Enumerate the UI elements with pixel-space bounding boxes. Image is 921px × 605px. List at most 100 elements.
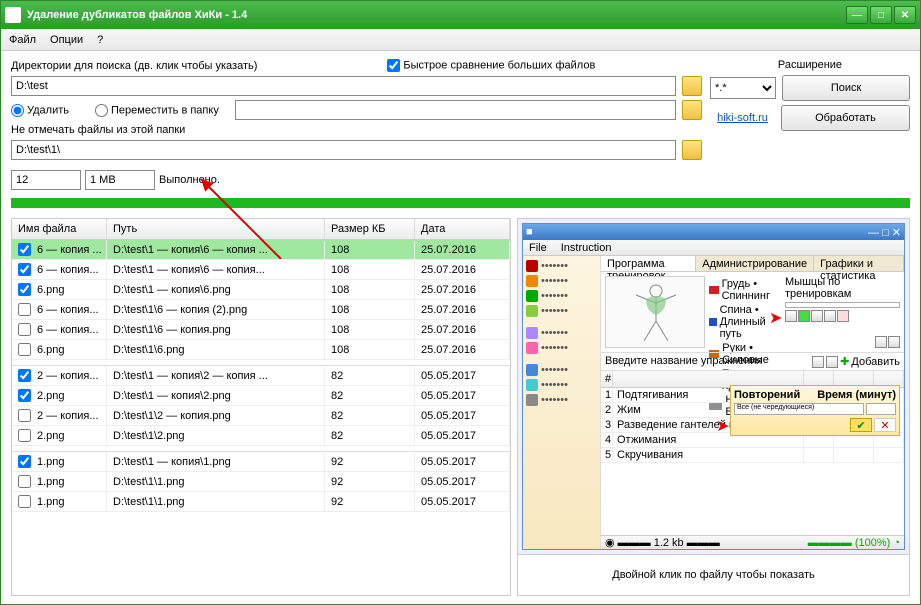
count-input[interactable] xyxy=(11,170,81,190)
browse-exclude-dir-icon[interactable] xyxy=(682,140,702,160)
table-row[interactable]: 2.pngD:\test\1\2.png8205.05.2017 xyxy=(12,426,510,446)
cell-name: 6 — копия... xyxy=(37,324,99,336)
cell-name: 6.png xyxy=(37,344,65,356)
col-date[interactable]: Дата xyxy=(415,219,510,239)
status-done: Выполнено. xyxy=(159,174,220,186)
col-size[interactable]: Размер КБ xyxy=(325,219,415,239)
title-bar[interactable]: Удаление дубликатов файлов ХиКи - 1.4 — … xyxy=(1,1,920,29)
size-input[interactable] xyxy=(85,170,155,190)
table-row[interactable]: 6.pngD:\test\1\6.png10825.07.2016 xyxy=(12,340,510,360)
cell-size: 82 xyxy=(325,387,415,405)
row-checkbox[interactable] xyxy=(18,429,31,442)
menu-bar: Файл Опции ? xyxy=(1,29,920,51)
search-dir-input[interactable] xyxy=(11,76,676,96)
table-row[interactable]: 1.pngD:\test\1\1.png9205.05.2017 xyxy=(12,472,510,492)
search-button[interactable]: Поиск xyxy=(782,75,910,101)
fast-compare-check[interactable]: Быстрое сравнение больших файлов xyxy=(387,59,595,72)
table-body[interactable]: 6 — копия ... D:\test\1 — копия\6 — копия… xyxy=(12,240,510,595)
row-checkbox[interactable] xyxy=(18,409,31,422)
minimize-button[interactable]: — xyxy=(846,6,868,24)
menu-file[interactable]: Файл xyxy=(9,34,36,46)
cell-date: 05.05.2017 xyxy=(415,367,510,385)
table-row[interactable]: 6 — копия...D:\test\1\6 — копия (2).png1… xyxy=(12,300,510,320)
cell-path: D:\test\1\6.png xyxy=(107,341,325,359)
row-checkbox[interactable] xyxy=(18,455,31,468)
app-icon xyxy=(5,7,21,23)
table-header: Имя файла Путь Размер КБ Дата xyxy=(12,219,510,240)
cell-path: D:\test\1\2.png xyxy=(107,427,325,445)
table-row[interactable]: 6 — копия...D:\test\1\6 — копия.png10825… xyxy=(12,320,510,340)
menu-options[interactable]: Опции xyxy=(50,34,83,46)
delete-radio[interactable]: Удалить xyxy=(11,104,69,117)
browse-move-dir-icon[interactable] xyxy=(682,100,702,120)
cell-date: 05.05.2017 xyxy=(415,427,510,445)
cell-name: 6 — копия ... xyxy=(37,244,102,256)
row-checkbox[interactable] xyxy=(18,283,31,296)
row-checkbox[interactable] xyxy=(18,475,31,488)
table-row[interactable]: 1.png D:\test\1 — копия\1.png9205.05.2017 xyxy=(12,452,510,472)
preview-image[interactable]: ■— □ ✕ FileInstruction ••••••• ••••••• •… xyxy=(518,219,909,555)
table-row[interactable]: 2.pngD:\test\1 — копия\2.png8205.05.2017 xyxy=(12,386,510,406)
preview-panel: ■— □ ✕ FileInstruction ••••••• ••••••• •… xyxy=(517,218,910,596)
menu-help[interactable]: ? xyxy=(97,34,103,46)
move-radio[interactable]: Переместить в папку xyxy=(95,104,219,117)
cell-name: 2.png xyxy=(37,390,65,402)
row-checkbox[interactable] xyxy=(18,303,31,316)
results-table: Имя файла Путь Размер КБ Дата 6 — копия … xyxy=(11,218,511,596)
cell-date: 25.07.2016 xyxy=(415,281,510,299)
cell-path: D:\test\1 — копия\1.png xyxy=(107,453,325,471)
app-window: Удаление дубликатов файлов ХиКи - 1.4 — … xyxy=(0,0,921,605)
cell-path: D:\test\1\6 — копия (2).png xyxy=(107,301,325,319)
move-dir-input[interactable] xyxy=(235,100,676,120)
table-row[interactable]: 6.pngD:\test\1 — копия\6.png10825.07.201… xyxy=(12,280,510,300)
row-checkbox[interactable] xyxy=(18,243,31,256)
cell-date: 05.05.2017 xyxy=(415,453,510,471)
cell-size: 108 xyxy=(325,261,415,279)
row-checkbox[interactable] xyxy=(18,389,31,402)
cell-date: 25.07.2016 xyxy=(415,321,510,339)
browse-search-dir-icon[interactable] xyxy=(682,76,702,96)
cell-date: 25.07.2016 xyxy=(415,261,510,279)
table-row[interactable]: 6 — копия... D:\test\1 — копия\6 — копия.… xyxy=(12,260,510,280)
cell-size: 82 xyxy=(325,407,415,425)
table-row[interactable]: 2 — копия...D:\test\1\2 — копия.png8205.… xyxy=(12,406,510,426)
row-checkbox[interactable] xyxy=(18,369,31,382)
row-checkbox[interactable] xyxy=(18,263,31,276)
col-name[interactable]: Имя файла xyxy=(12,219,107,239)
cell-name: 1.png xyxy=(37,456,65,468)
cell-path: D:\test\1 — копия\6 — копия ... xyxy=(107,241,325,259)
col-path[interactable]: Путь xyxy=(107,219,325,239)
table-row[interactable]: 6 — копия ... D:\test\1 — копия\6 — копия… xyxy=(12,240,510,260)
process-button[interactable]: Обработать xyxy=(781,105,910,131)
cell-name: 1.png xyxy=(37,496,65,508)
window-title: Удаление дубликатов файлов ХиКи - 1.4 xyxy=(27,9,846,21)
row-checkbox[interactable] xyxy=(18,495,31,508)
maximize-button[interactable]: □ xyxy=(870,6,892,24)
cell-path: D:\test\1 — копия\2 — копия ... xyxy=(107,367,325,385)
close-button[interactable]: ✕ xyxy=(894,6,916,24)
row-checkbox[interactable] xyxy=(18,343,31,356)
search-dirs-label: Директории для поиска (дв. клик чтобы ук… xyxy=(11,60,257,72)
cell-path: D:\test\1\2 — копия.png xyxy=(107,407,325,425)
cell-name: 2 — копия... xyxy=(37,370,99,382)
extension-select[interactable]: *.* xyxy=(710,77,776,99)
cell-name: 6 — копия... xyxy=(37,304,99,316)
table-row[interactable]: 2 — копия... D:\test\1 — копия\2 — копия … xyxy=(12,366,510,386)
row-checkbox[interactable] xyxy=(18,323,31,336)
cell-date: 25.07.2016 xyxy=(415,341,510,359)
cell-size: 108 xyxy=(325,281,415,299)
table-row[interactable]: 1.pngD:\test\1\1.png9205.05.2017 xyxy=(12,492,510,512)
extension-label: Расширение xyxy=(710,59,910,71)
cell-date: 05.05.2017 xyxy=(415,473,510,491)
cell-path: D:\test\1 — копия\6.png xyxy=(107,281,325,299)
cell-size: 92 xyxy=(325,473,415,491)
cell-size: 92 xyxy=(325,453,415,471)
cell-name: 1.png xyxy=(37,476,65,488)
cell-path: D:\test\1 — копия\6 — копия... xyxy=(107,261,325,279)
cell-name: 2 — копия... xyxy=(37,410,99,422)
cell-name: 6 — копия... xyxy=(37,264,99,276)
exclude-dir-input[interactable] xyxy=(11,140,676,160)
cell-size: 108 xyxy=(325,241,415,259)
website-link[interactable]: hiki-soft.ru xyxy=(710,112,775,124)
cell-date: 25.07.2016 xyxy=(415,301,510,319)
